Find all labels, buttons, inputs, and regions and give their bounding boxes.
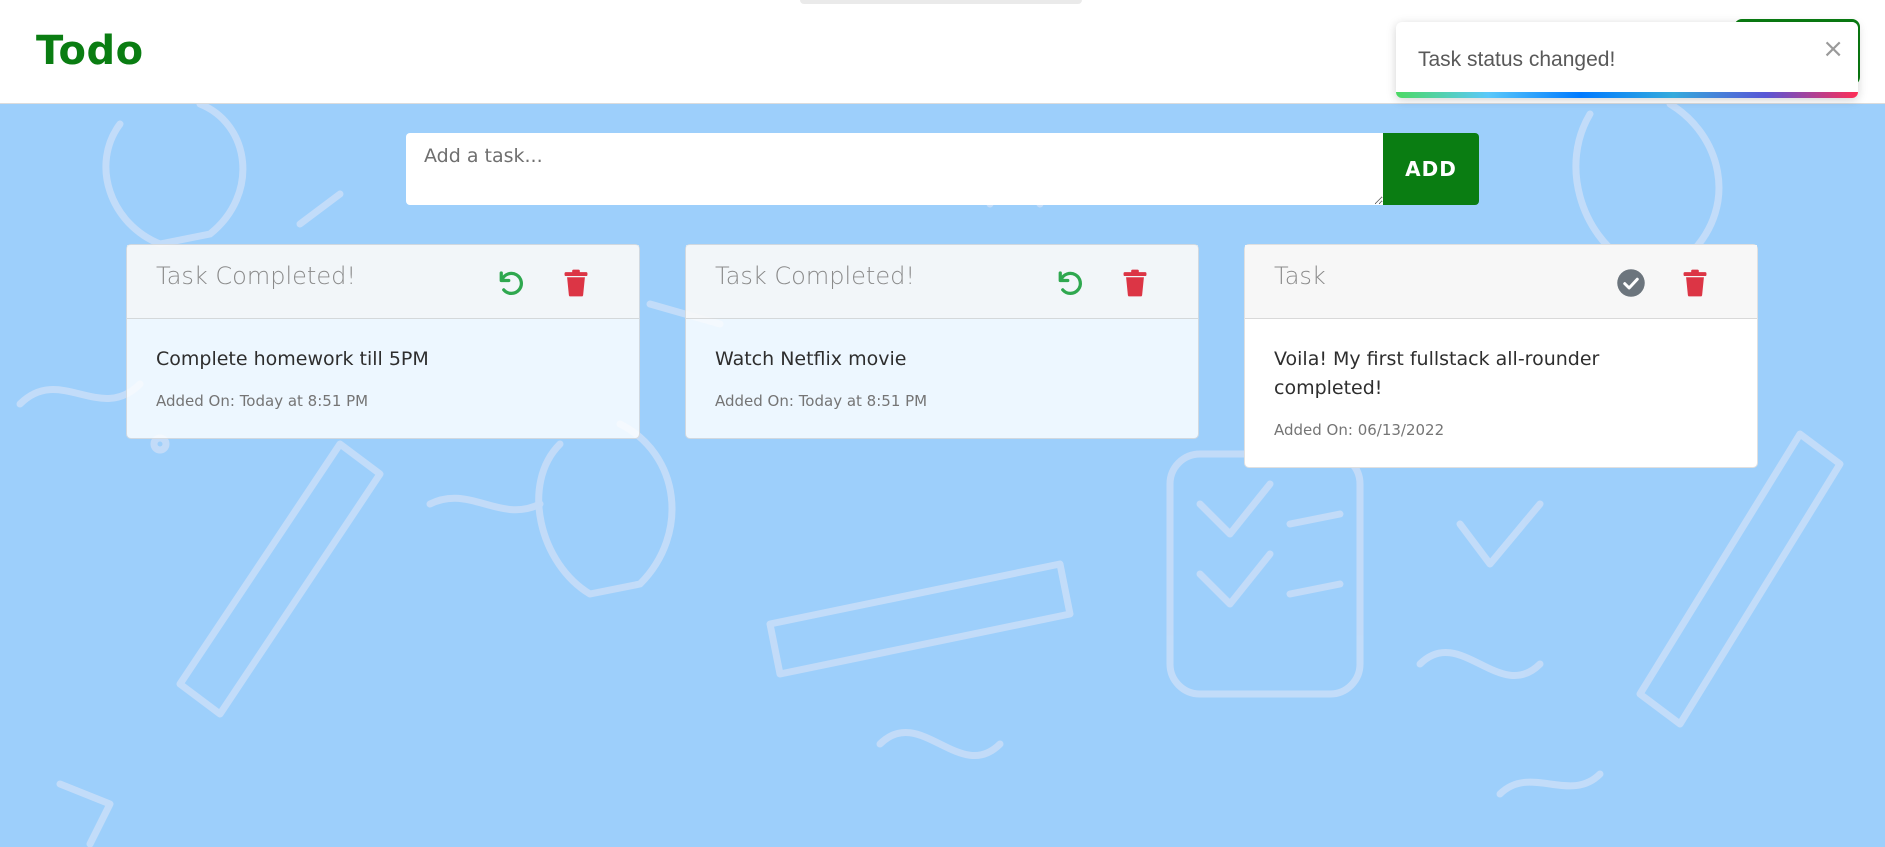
undo-icon[interactable] (1053, 267, 1085, 299)
undo-icon[interactable] (494, 267, 526, 299)
add-task-button[interactable]: ADD (1383, 133, 1479, 205)
trash-icon[interactable] (1119, 267, 1151, 299)
card-body: Voila! My first fullstack all-rounder co… (1245, 319, 1757, 467)
task-text: Complete homework till 5PM (156, 348, 429, 370)
card-header: Task (1245, 245, 1757, 319)
task-composer: ADD (406, 133, 1479, 205)
task-date: Added On: Today at 8:51 PM (715, 392, 928, 410)
task-card: Task Completed! Watch Netflix movie Adde… (685, 244, 1199, 439)
trash-icon[interactable] (1679, 267, 1711, 299)
task-card: Task Voila! My first fullstack all-round… (1244, 244, 1758, 468)
toast-progress-bar (1396, 92, 1858, 98)
card-body: Watch Netflix movie Added On: Today at 8… (686, 319, 1198, 438)
card-header: Task Completed! (686, 245, 1198, 319)
task-date: Added On: Today at 8:51 PM (156, 392, 369, 410)
check-circle-icon[interactable] (1615, 267, 1647, 299)
card-header: Task Completed! (127, 245, 639, 319)
close-icon[interactable]: × (1822, 36, 1844, 62)
brand-title[interactable]: Todo (36, 28, 144, 74)
toast-message: Task status changed! (1418, 48, 1616, 71)
task-input[interactable] (406, 133, 1383, 205)
trash-icon[interactable] (560, 267, 592, 299)
task-card: Task Completed! Complete homework till 5… (126, 244, 640, 439)
card-title: Task Completed! (156, 262, 356, 290)
card-body: Complete homework till 5PM Added On: Tod… (127, 319, 639, 438)
toast-notification: Task status changed! × (1396, 22, 1858, 98)
card-title: Task (1274, 262, 1326, 290)
task-text: Voila! My first fullstack all-rounder co… (1274, 348, 1600, 399)
doodle-background (16, 104, 1844, 847)
top-shadow (800, 0, 1082, 4)
card-title: Task Completed! (715, 262, 915, 290)
task-text: Watch Netflix movie (715, 348, 907, 370)
task-date: Added On: 06/13/2022 (1274, 421, 1445, 439)
